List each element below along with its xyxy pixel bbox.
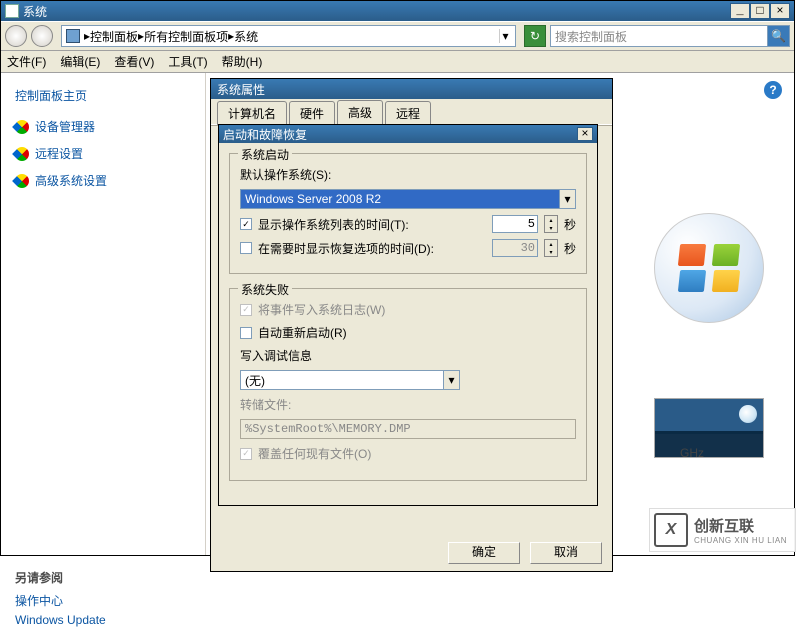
menu-edit[interactable]: 编辑(E) (60, 53, 100, 70)
chevron-down-icon[interactable]: ▾ (559, 190, 575, 208)
system-failure-group: 系统失败 ✓ 将事件写入系统日志(W) 自动重新启动(R) 写入调试信息 (无)… (229, 288, 587, 481)
tab-hardware[interactable]: 硬件 (289, 101, 335, 125)
watermark-logo: X (654, 513, 688, 547)
default-os-select[interactable]: Windows Server 2008 R2 ▾ (240, 189, 576, 209)
computer-icon (66, 29, 80, 43)
write-event-checkbox: ✓ (240, 304, 252, 316)
default-os-label: 默认操作系统(S): (240, 166, 331, 183)
back-button[interactable] (5, 25, 27, 47)
menu-bar: 文件(F) 编辑(E) 查看(V) 工具(T) 帮助(H) (1, 51, 794, 73)
menu-tools[interactable]: 工具(T) (168, 53, 207, 70)
maximize-button[interactable]: □ (750, 3, 770, 19)
close-button[interactable]: × (770, 3, 790, 19)
dialog-title: 启动和故障恢复 (223, 126, 307, 143)
see-also-header: 另请参阅 (15, 569, 191, 586)
write-event-label: 将事件写入系统日志(W) (258, 301, 385, 318)
sidebar: 控制面板主页 设备管理器 远程设置 高级系统设置 另请参阅 操作中心 Windo… (1, 73, 206, 555)
menu-view[interactable]: 查看(V) (114, 53, 154, 70)
show-os-list-checkbox[interactable]: ✓ (240, 218, 252, 230)
show-recovery-label: 在需要时显示恢复选项的时间(D): (258, 240, 486, 257)
seconds-unit: 秒 (564, 240, 576, 257)
system-icon (5, 4, 19, 18)
close-icon[interactable]: × (577, 127, 593, 141)
auto-restart-checkbox[interactable] (240, 327, 252, 339)
dump-file-path: %SystemRoot%\MEMORY.DMP (240, 419, 576, 439)
sidebar-item-label: 高级系统设置 (35, 172, 107, 189)
breadcrumb-part[interactable]: 所有控制面板项 (144, 28, 228, 45)
debug-info-value: (无) (241, 372, 265, 389)
watermark-cn: 创新互联 (694, 515, 787, 536)
dialog-titlebar[interactable]: 启动和故障恢复 × (219, 125, 597, 143)
forward-button[interactable] (31, 25, 53, 47)
search-placeholder: 搜索控制面板 (551, 28, 767, 45)
cpu-ghz-label: GHz (680, 446, 704, 460)
sidebar-item-label: 远程设置 (35, 145, 83, 162)
seconds-unit: 秒 (564, 216, 576, 233)
overwrite-checkbox: ✓ (240, 448, 252, 460)
minimize-button[interactable]: _ (730, 3, 750, 19)
show-recovery-checkbox[interactable] (240, 242, 252, 254)
overwrite-label: 覆盖任何现有文件(O) (258, 445, 371, 462)
tab-computer-name[interactable]: 计算机名 (217, 101, 287, 125)
titlebar[interactable]: 系统 _ □ × (1, 1, 794, 21)
auto-restart-label: 自动重新启动(R) (258, 324, 347, 341)
menu-help[interactable]: 帮助(H) (222, 53, 263, 70)
control-panel-home-link[interactable]: 控制面板主页 (15, 87, 191, 104)
help-icon[interactable]: ? (764, 81, 782, 99)
breadcrumb-dropdown[interactable]: ▾ (499, 29, 511, 43)
breadcrumb-part[interactable]: 系统 (234, 28, 258, 45)
watermark-en: CHUANG XIN HU LIAN (694, 536, 787, 545)
sidebar-item-device-manager[interactable]: 设备管理器 (15, 118, 191, 135)
show-os-list-seconds[interactable]: 5 (492, 215, 538, 233)
breadcrumb[interactable]: ▸ 控制面板 ▸ 所有控制面板项 ▸ 系统 ▾ (61, 25, 516, 47)
action-center-link[interactable]: 操作中心 (15, 592, 191, 609)
search-button[interactable]: 🔍 (767, 26, 789, 46)
system-photo (654, 398, 764, 458)
windows-logo (654, 213, 764, 323)
default-os-value: Windows Server 2008 R2 (245, 192, 381, 206)
tab-advanced[interactable]: 高级 (337, 100, 383, 125)
breadcrumb-part[interactable]: 控制面板 (90, 28, 138, 45)
shield-icon (12, 171, 32, 191)
tabs: 计算机名 硬件 高级 远程 (211, 99, 612, 125)
ok-button[interactable]: 确定 (448, 542, 520, 564)
sidebar-item-label: 设备管理器 (35, 118, 95, 135)
windows-update-link[interactable]: Windows Update (15, 613, 191, 627)
dump-file-label: 转储文件: (240, 396, 291, 413)
nav-bar: ▸ 控制面板 ▸ 所有控制面板项 ▸ 系统 ▾ ↻ 搜索控制面板 🔍 (1, 21, 794, 51)
menu-file[interactable]: 文件(F) (7, 53, 46, 70)
debug-info-select[interactable]: (无) ▾ (240, 370, 460, 390)
refresh-button[interactable]: ↻ (524, 25, 546, 47)
group-caption: 系统失败 (238, 281, 292, 298)
show-os-list-label: 显示操作系统列表的时间(T): (258, 216, 486, 233)
tab-remote[interactable]: 远程 (385, 101, 431, 125)
show-recovery-seconds: 30 (492, 239, 538, 257)
spinner: ▴▾ (544, 239, 558, 257)
window-title: 系统 (23, 3, 47, 20)
dialog-title[interactable]: 系统属性 (211, 79, 612, 99)
write-debug-label: 写入调试信息 (240, 347, 312, 364)
sidebar-item-advanced-settings[interactable]: 高级系统设置 (15, 172, 191, 189)
sidebar-item-remote-settings[interactable]: 远程设置 (15, 145, 191, 162)
search-input[interactable]: 搜索控制面板 🔍 (550, 25, 790, 47)
watermark: X 创新互联 CHUANG XIN HU LIAN (649, 508, 796, 552)
cancel-button[interactable]: 取消 (530, 542, 602, 564)
shield-icon (12, 117, 32, 137)
shield-icon (12, 144, 32, 164)
chevron-down-icon[interactable]: ▾ (443, 371, 459, 389)
startup-recovery-dialog: 启动和故障恢复 × 系统启动 默认操作系统(S): Windows Server… (218, 124, 598, 506)
group-caption: 系统启动 (238, 146, 292, 163)
system-startup-group: 系统启动 默认操作系统(S): Windows Server 2008 R2 ▾… (229, 153, 587, 274)
spinner[interactable]: ▴▾ (544, 215, 558, 233)
